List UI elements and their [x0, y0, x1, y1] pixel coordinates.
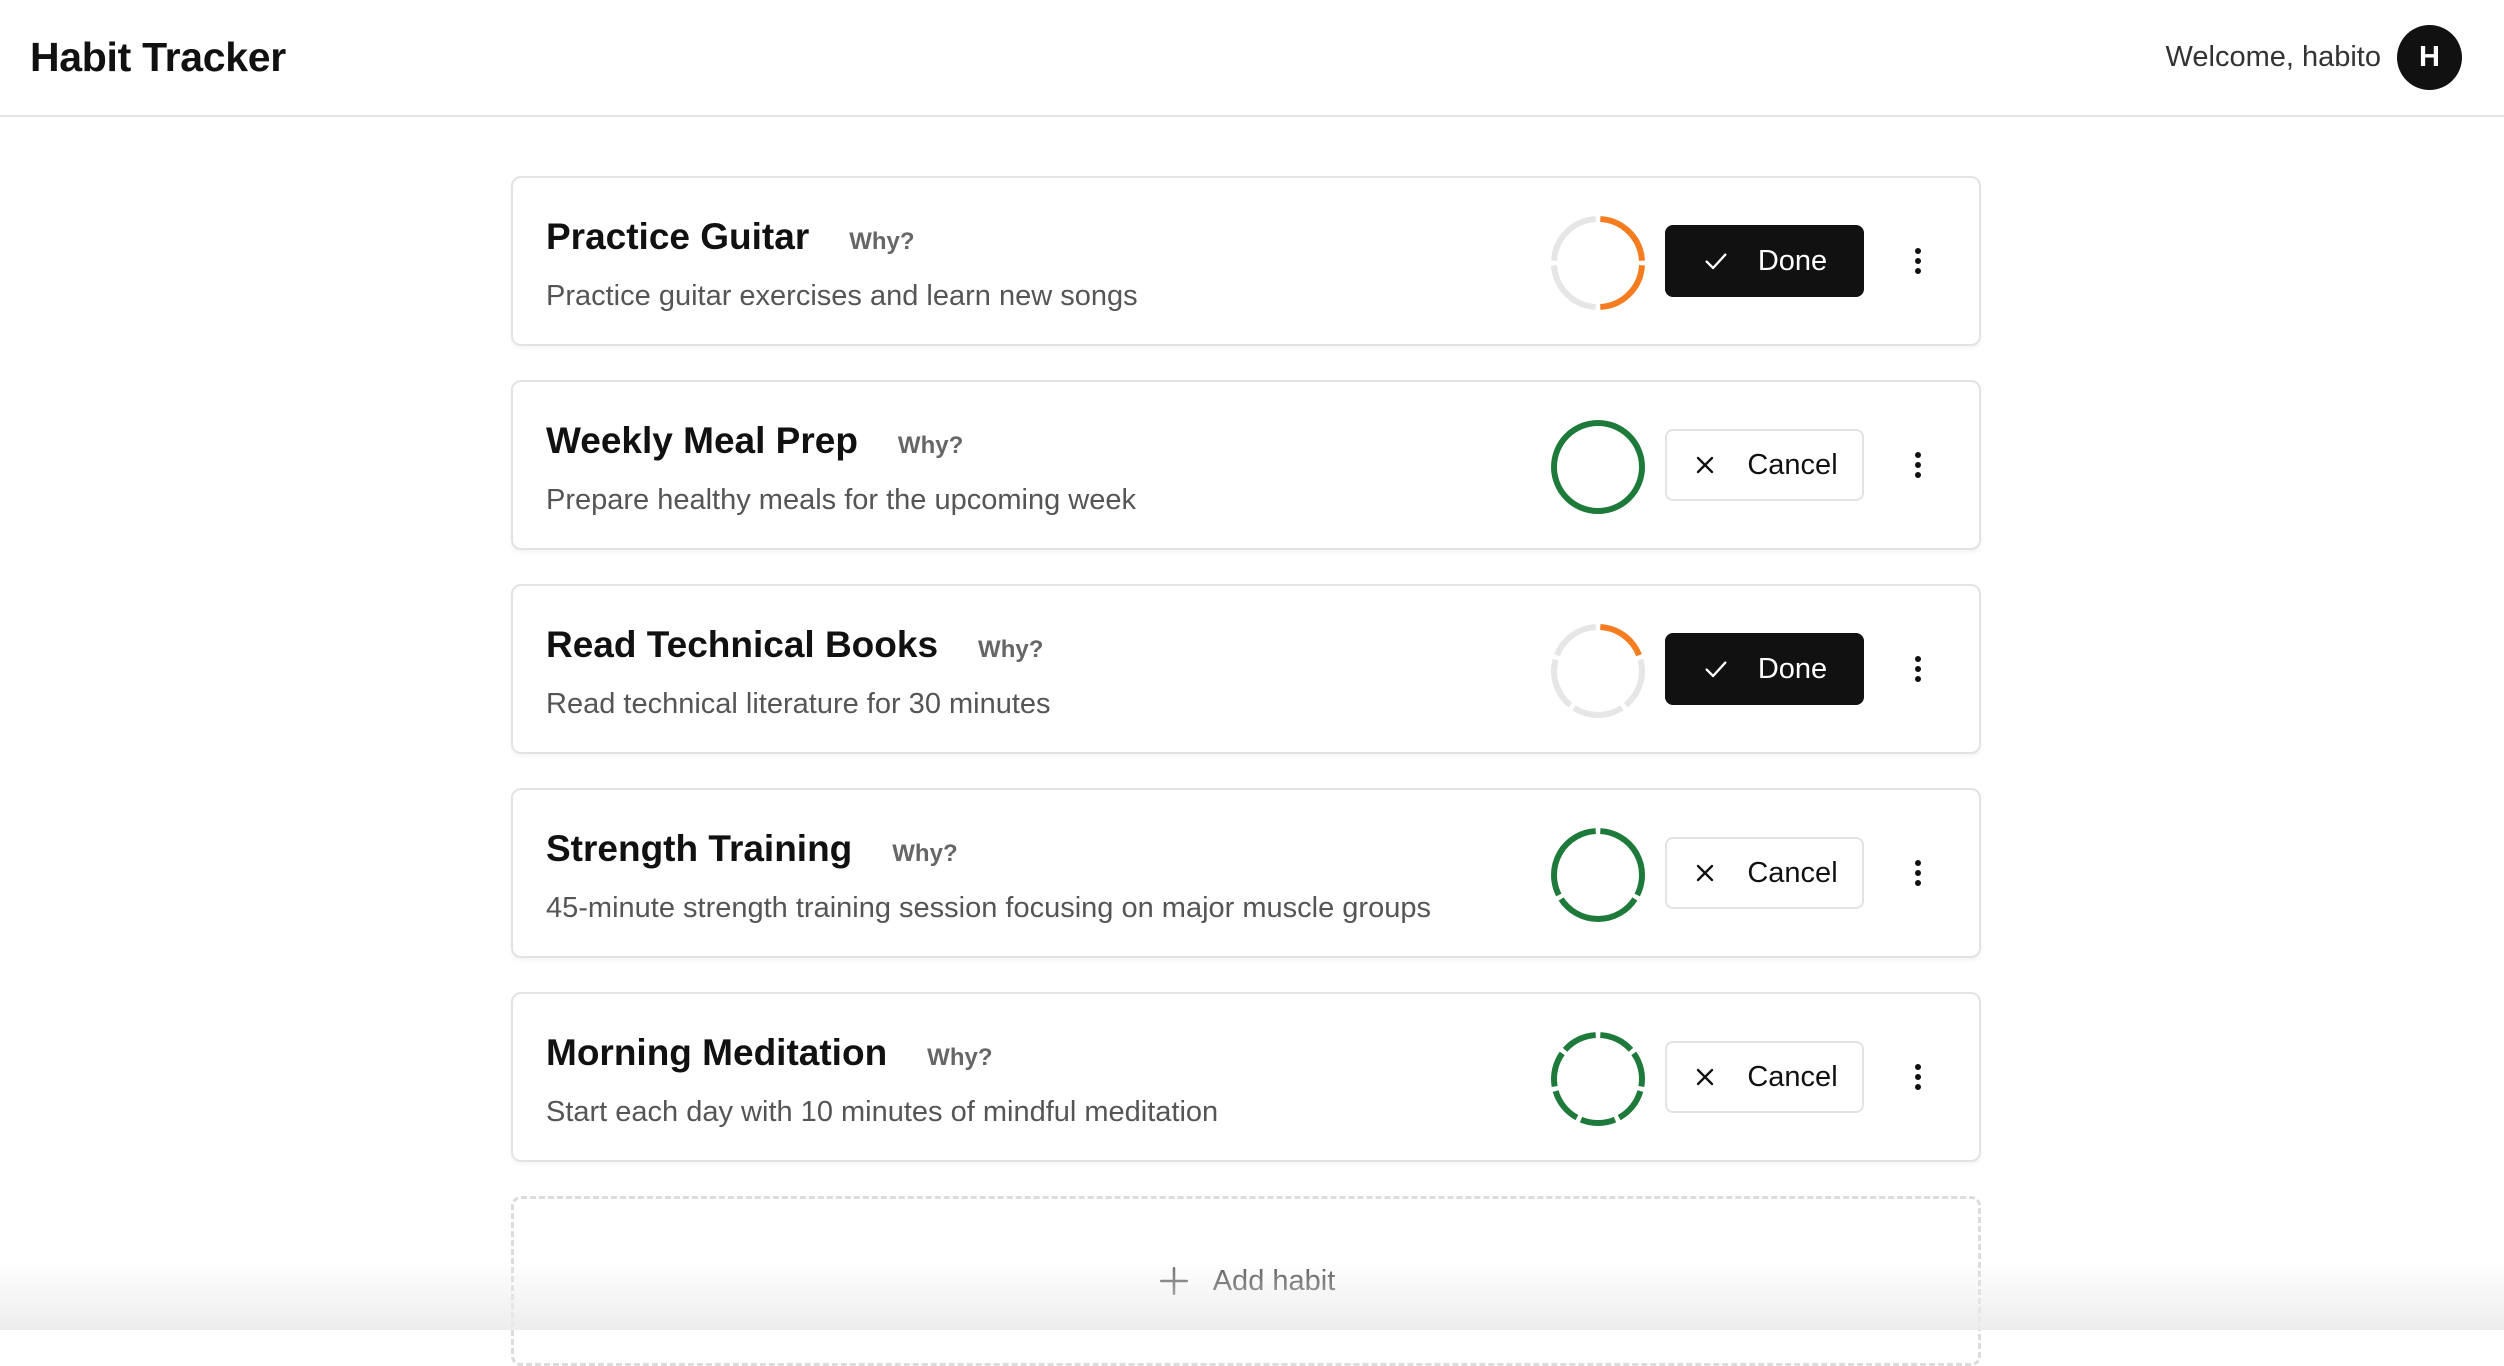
more-vertical-icon — [1913, 654, 1923, 684]
ring-segment-pending — [1574, 708, 1622, 715]
more-vertical-icon — [1913, 450, 1923, 480]
habit-text: Strength Training Why? 45-minute strengt… — [546, 828, 1431, 925]
habit-card: Weekly Meal Prep Why? Prepare healthy me… — [511, 380, 1981, 550]
ring-segment-pending — [1557, 627, 1596, 655]
habit-title: Weekly Meal Prep — [546, 420, 858, 462]
ring-segment-complete — [1561, 899, 1635, 919]
ring-segment-complete — [1554, 1053, 1562, 1086]
habit-list: Practice Guitar Why? Practice guitar exe… — [511, 176, 1981, 1366]
habit-title-row: Weekly Meal Prep Why? — [546, 420, 1136, 462]
done-button[interactable]: Done — [1665, 633, 1864, 705]
add-habit-label: Add habit — [1213, 1265, 1336, 1298]
habit-card: Practice Guitar Why? Practice guitar exe… — [511, 176, 1981, 346]
welcome-text: Welcome, habito — [2166, 41, 2381, 74]
why-link[interactable]: Why? — [927, 1044, 992, 1072]
habit-title: Strength Training — [546, 828, 852, 870]
why-link[interactable]: Why? — [978, 636, 1043, 664]
cancel-button[interactable]: Cancel — [1665, 429, 1864, 501]
habit-title-row: Strength Training Why? — [546, 828, 1431, 870]
ring-segment-complete — [1619, 1091, 1640, 1118]
ring-segment-pending — [1554, 219, 1596, 261]
more-vertical-icon — [1913, 246, 1923, 276]
habit-text: Practice Guitar Why? Practice guitar exe… — [546, 216, 1138, 313]
habit-title-row: Morning Meditation Why? — [546, 1032, 1218, 1074]
ring-segment-pending — [1626, 660, 1642, 706]
habit-title: Practice Guitar — [546, 216, 809, 258]
ring-segment-complete — [1581, 1120, 1615, 1123]
top-bar: Habit Tracker Welcome, habito H — [0, 0, 2504, 117]
close-icon — [1691, 859, 1719, 887]
close-icon — [1691, 1063, 1719, 1091]
done-button[interactable]: Done — [1665, 225, 1864, 297]
ring-segment-complete — [1600, 627, 1639, 655]
progress-ring — [1548, 1029, 1648, 1129]
done-button-label: Done — [1758, 653, 1827, 686]
add-habit-button[interactable]: Add habit — [511, 1196, 1981, 1366]
habit-title-row: Read Technical Books Why? — [546, 624, 1051, 666]
more-vertical-icon — [1913, 1062, 1923, 1092]
more-options-button[interactable] — [1895, 646, 1941, 692]
why-link[interactable]: Why? — [892, 840, 957, 868]
avatar[interactable]: H — [2397, 25, 2462, 90]
habit-card: Morning Meditation Why? Start each day w… — [511, 992, 1981, 1162]
why-link[interactable]: Why? — [849, 228, 914, 256]
habit-description: 45-minute strength training session focu… — [546, 892, 1431, 925]
habit-text: Morning Meditation Why? Start each day w… — [546, 1032, 1218, 1129]
more-options-button[interactable] — [1895, 442, 1941, 488]
ring-segment-complete — [1600, 831, 1642, 895]
progress-ring — [1548, 825, 1648, 925]
check-icon — [1702, 247, 1730, 275]
app-title: Habit Tracker — [30, 34, 286, 81]
habit-description: Read technical literature for 30 minutes — [546, 688, 1051, 721]
habit-title: Morning Meditation — [546, 1032, 887, 1074]
progress-ring — [1548, 621, 1648, 721]
cancel-button-label: Cancel — [1747, 449, 1837, 482]
ring-segment-complete — [1554, 831, 1596, 895]
habit-description: Practice guitar exercises and learn new … — [546, 280, 1138, 313]
habit-title-row: Practice Guitar Why? — [546, 216, 1138, 258]
ring-segment-pending — [1554, 660, 1570, 706]
habit-card: Strength Training Why? 45-minute strengt… — [511, 788, 1981, 958]
habit-description: Start each day with 10 minutes of mindfu… — [546, 1096, 1218, 1129]
ring-segment-complete — [1600, 219, 1642, 261]
cancel-button-label: Cancel — [1747, 857, 1837, 890]
more-options-button[interactable] — [1895, 238, 1941, 284]
more-options-button[interactable] — [1895, 1054, 1941, 1100]
close-icon — [1691, 451, 1719, 479]
more-vertical-icon — [1913, 858, 1923, 888]
more-options-button[interactable] — [1895, 850, 1941, 896]
ring-segment-complete — [1600, 1035, 1631, 1050]
check-icon — [1702, 655, 1730, 683]
ring-segment-complete — [1556, 1091, 1577, 1118]
progress-ring — [1548, 213, 1648, 313]
habit-description: Prepare healthy meals for the upcoming w… — [546, 484, 1136, 517]
ring-segment-pending — [1554, 265, 1596, 307]
ring-segment-complete — [1565, 1035, 1596, 1050]
habit-card: Read Technical Books Why? Read technical… — [511, 584, 1981, 754]
cancel-button-label: Cancel — [1747, 1061, 1837, 1094]
ring-segment-complete — [1634, 1053, 1642, 1086]
progress-ring — [1548, 417, 1648, 517]
user-area: Welcome, habito H — [2166, 25, 2462, 90]
cancel-button[interactable]: Cancel — [1665, 1041, 1864, 1113]
ring-segment-complete — [1600, 265, 1642, 307]
done-button-label: Done — [1758, 245, 1827, 278]
ring-segment-complete — [1554, 423, 1642, 511]
habit-title: Read Technical Books — [546, 624, 938, 666]
why-link[interactable]: Why? — [898, 432, 963, 460]
habit-text: Weekly Meal Prep Why? Prepare healthy me… — [546, 420, 1136, 517]
cancel-button[interactable]: Cancel — [1665, 837, 1864, 909]
plus-icon — [1157, 1264, 1191, 1298]
habit-text: Read Technical Books Why? Read technical… — [546, 624, 1051, 721]
